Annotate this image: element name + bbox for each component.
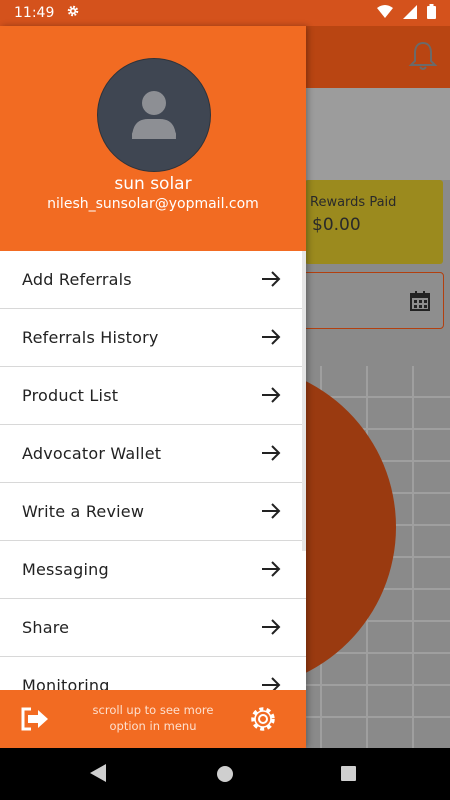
arrow-right-icon — [260, 443, 282, 463]
avatar[interactable] — [97, 58, 211, 172]
arrow-right-icon — [260, 559, 282, 579]
rewards-value: $0.00 — [312, 215, 361, 235]
arrow-right-icon — [260, 501, 282, 521]
rewards-label: Rewards Paid — [310, 195, 397, 210]
settings-icon — [66, 4, 80, 22]
menu-item-label: Messaging — [22, 560, 109, 579]
navigation-drawer: sun solar nilesh_sunsolar@yopmail.com Ad… — [0, 26, 306, 748]
settings-icon[interactable] — [248, 704, 278, 734]
menu-item-referrals-history[interactable]: Referrals History — [0, 309, 306, 367]
home-icon[interactable] — [217, 766, 233, 782]
menu-item-label: Share — [22, 618, 70, 637]
menu-item-label: Product List — [22, 386, 119, 405]
arrow-right-icon — [260, 675, 282, 691]
status-time: 11:49 — [14, 5, 55, 21]
menu-item-label: Write a Review — [22, 502, 145, 521]
logout-icon[interactable] — [20, 706, 50, 732]
menu-item-label: Add Referrals — [22, 270, 132, 289]
back-icon[interactable] — [90, 764, 106, 786]
date-picker[interactable] — [300, 272, 444, 329]
menu-item-label: Advocator Wallet — [22, 444, 162, 463]
user-name: sun solar — [114, 174, 192, 194]
menu-scrollbar[interactable] — [302, 251, 306, 551]
menu-item-write-review[interactable]: Write a Review — [0, 483, 306, 541]
menu-item-label: Referrals History — [22, 328, 159, 347]
drawer-footer: scroll up to see more option in menu — [0, 690, 306, 748]
arrow-right-icon — [260, 385, 282, 405]
drawer-menu: Add Referrals Referrals History Product … — [0, 251, 306, 691]
arrow-right-icon — [260, 327, 282, 347]
menu-item-add-referrals[interactable]: Add Referrals — [0, 251, 306, 309]
menu-item-share[interactable]: Share — [0, 599, 306, 657]
battery-icon — [427, 4, 436, 23]
system-nav-bar — [0, 748, 450, 800]
calendar-icon[interactable] — [409, 290, 431, 312]
menu-item-product-list[interactable]: Product List — [0, 367, 306, 425]
menu-item-advocator-wallet[interactable]: Advocator Wallet — [0, 425, 306, 483]
menu-item-monitoring[interactable]: Monitoring — [0, 657, 306, 691]
arrow-right-icon — [260, 269, 282, 289]
menu-item-messaging[interactable]: Messaging — [0, 541, 306, 599]
arrow-right-icon — [260, 617, 282, 637]
rewards-card: Rewards Paid $0.00 — [305, 180, 443, 264]
recent-apps-icon[interactable] — [341, 766, 356, 781]
bell-icon[interactable] — [408, 40, 438, 72]
status-bar: 11:49 — [0, 0, 450, 26]
wifi-icon — [377, 4, 393, 23]
user-email: nilesh_sunsolar@yopmail.com — [47, 196, 259, 212]
signal-icon — [403, 4, 417, 23]
drawer-header: sun solar nilesh_sunsolar@yopmail.com — [0, 26, 306, 251]
menu-item-label: Monitoring — [22, 676, 110, 691]
scroll-hint: scroll up to see more option in menu — [92, 703, 214, 733]
